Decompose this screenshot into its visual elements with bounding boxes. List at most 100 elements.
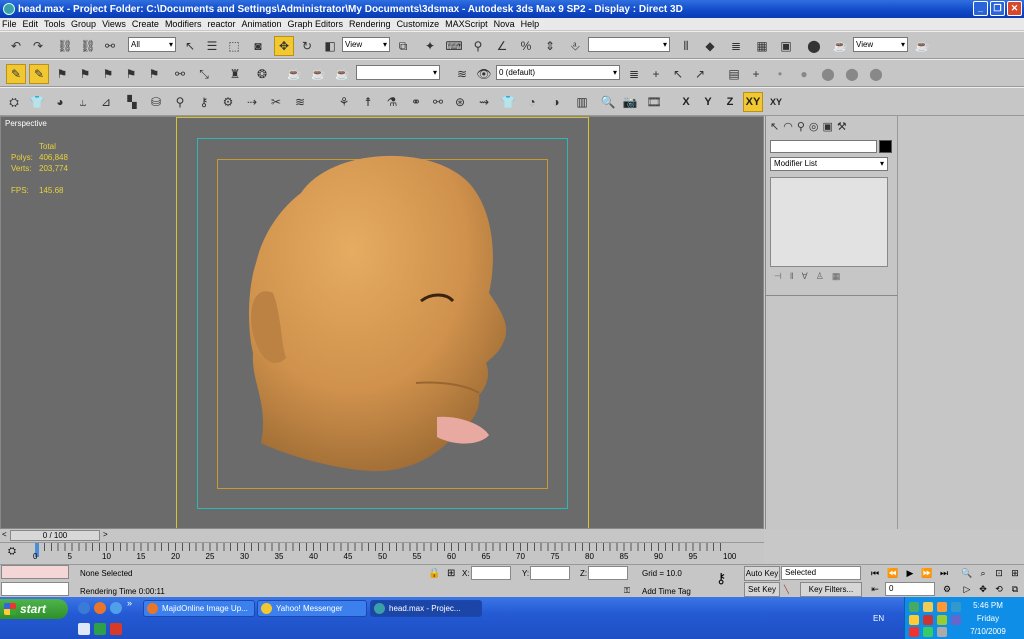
prismatic-icon[interactable]: ⚯ <box>428 92 448 112</box>
time-slider-prev-icon[interactable]: < <box>2 530 7 539</box>
bind-space-warp-icon[interactable]: ⚯ <box>100 36 120 56</box>
zoom-extents-icon[interactable]: ⊡ <box>992 568 1006 580</box>
spring-icon[interactable]: ⛁ <box>146 92 166 112</box>
close-button[interactable]: ✕ <box>1007 1 1022 16</box>
go-to-start-icon[interactable]: ⏮ <box>868 568 882 580</box>
zoom-extents-all-icon[interactable]: ⊞ <box>1008 568 1022 580</box>
keyboard-shortcut-icon[interactable]: ⌨ <box>444 36 464 56</box>
brush-size-1-icon[interactable]: • <box>770 64 790 84</box>
axis-z-button[interactable]: Z <box>720 92 740 112</box>
make-unique-icon[interactable]: ∀ <box>802 271 808 287</box>
brush-size-5-icon[interactable]: ⬤ <box>866 64 886 84</box>
quick-launch-messenger-icon[interactable] <box>110 602 122 614</box>
motor-icon[interactable]: ⚷ <box>194 92 214 112</box>
align-icon[interactable]: ◆ <box>700 36 720 56</box>
brush-add-icon[interactable]: + <box>746 64 766 84</box>
constraint-solver-icon[interactable]: ⚘ <box>334 92 354 112</box>
menu-group[interactable]: Group <box>71 19 96 29</box>
render-batch-icon[interactable]: ☕ <box>308 64 328 84</box>
flag-3-icon[interactable]: ⚑ <box>98 64 118 84</box>
angle-snap-icon[interactable]: ∠ <box>492 36 512 56</box>
menu-help[interactable]: Help <box>521 19 540 29</box>
rigid-body-icon[interactable]: ⛭ <box>4 92 24 112</box>
lock-selection-icon[interactable]: 🔒 <box>428 568 440 579</box>
key-filters-button[interactable]: Key Filters... <box>800 582 862 597</box>
brush-size-3-icon[interactable]: ⬤ <box>818 64 838 84</box>
spinner-snap-icon[interactable]: ⇕ <box>540 36 560 56</box>
wind-icon[interactable]: ⚙ <box>218 92 238 112</box>
bone-tools-icon[interactable]: ✎ <box>6 64 26 84</box>
layer-visibility-icon[interactable]: 👁 <box>474 64 494 84</box>
redo-icon[interactable]: ↷ <box>28 36 48 56</box>
display-tab-icon[interactable]: ▣ <box>823 120 833 133</box>
dashpot-icon[interactable]: ⚲ <box>170 92 190 112</box>
manipulate-icon[interactable]: ✦ <box>420 36 440 56</box>
arc-rotate-icon[interactable]: ⟲ <box>992 584 1006 596</box>
select-and-link-icon[interactable]: ⛓ <box>55 36 75 56</box>
absolute-mode-icon[interactable]: ⊞ <box>447 568 455 579</box>
pivot-center-icon[interactable]: ⧉ <box>393 36 413 56</box>
y-coord-field[interactable] <box>530 566 570 580</box>
brush-size-2-icon[interactable]: ● <box>794 64 814 84</box>
rope-icon[interactable]: ⥿ <box>73 92 93 112</box>
add-to-layer-icon[interactable]: + <box>646 64 666 84</box>
mirror-icon[interactable]: ⫴ <box>676 36 696 56</box>
add-time-tag-button[interactable]: Add Time Tag <box>642 587 691 596</box>
layers-icon[interactable]: ≋ <box>452 64 472 84</box>
task-majidonline[interactable]: MajidOnline Image Up... <box>143 600 255 617</box>
menu-customize[interactable]: Customize <box>397 19 440 29</box>
track-bar[interactable]: ⛭ 0 5 10 15 20 25 30 35 40 45 50 55 60 65 70 75 80 85 90 95… <box>0 542 764 564</box>
menu-views[interactable]: Views <box>102 19 126 29</box>
hinge-icon[interactable]: ⚗ <box>382 92 402 112</box>
cloth-icon[interactable]: 👕 <box>27 92 47 112</box>
menu-reactor[interactable]: reactor <box>207 19 235 29</box>
point-path-icon[interactable]: ⇝ <box>474 92 494 112</box>
show-end-result-icon[interactable]: ‖ <box>790 271 794 287</box>
maximize-viewport-icon[interactable]: ⧉ <box>1008 584 1022 596</box>
cloth-modifier-icon[interactable]: 👕 <box>498 92 518 112</box>
unlink-icon[interactable]: ⛓ <box>78 36 98 56</box>
pan-view-icon[interactable]: ✥ <box>976 584 990 596</box>
ik-toggle-icon[interactable]: ✎ <box>29 64 49 84</box>
flag-5-icon[interactable]: ⚑ <box>144 64 164 84</box>
z-coord-field[interactable] <box>588 566 628 580</box>
start-button[interactable]: start <box>0 599 68 619</box>
rag-doll-icon[interactable]: ☨ <box>358 92 378 112</box>
move-icon[interactable]: ✥ <box>274 36 294 56</box>
brush-size-4-icon[interactable]: ⬤ <box>842 64 862 84</box>
flag-4-icon[interactable]: ⚑ <box>121 64 141 84</box>
clock-time[interactable]: 5:46 PM <box>958 601 1018 610</box>
time-slider-next-icon[interactable]: > <box>103 530 108 539</box>
time-tag-icon[interactable]: ⚿ <box>624 586 630 596</box>
3dsmax-app-icon[interactable] <box>3 3 15 15</box>
maximize-button[interactable]: ❐ <box>990 1 1005 16</box>
quick-launch-app-icon[interactable] <box>94 623 106 635</box>
named-selection-dropdown[interactable] <box>588 37 670 52</box>
create-layer-icon[interactable]: ≣ <box>624 64 644 84</box>
window-crossing-icon[interactable]: ◙ <box>248 36 268 56</box>
schematic-view-icon[interactable]: ▣ <box>776 36 796 56</box>
go-to-end-icon[interactable]: ⏭ <box>937 568 951 580</box>
render-effects-icon[interactable]: ☕ <box>284 64 304 84</box>
undo-icon[interactable]: ↶ <box>6 36 26 56</box>
zoom-all-icon[interactable]: ⌕ <box>976 568 990 580</box>
zoom-icon[interactable]: 🔍 <box>960 568 974 580</box>
maxscript-mini-field[interactable] <box>1 582 69 596</box>
set-key-icon[interactable]: ⚷ <box>716 570 726 587</box>
soft-body-modifier-icon[interactable]: ◔ <box>522 92 542 112</box>
layer-manager-icon[interactable]: ≣ <box>726 36 746 56</box>
particle-view-icon[interactable]: ❂ <box>252 64 272 84</box>
task-head-max[interactable]: head.max - Projec... <box>370 600 482 617</box>
curve-editor-icon[interactable]: ▦ <box>752 36 772 56</box>
mini-curve-editor-icon[interactable]: ⛭ <box>8 546 16 557</box>
create-tab-icon[interactable]: ↖ <box>770 120 779 133</box>
selection-filter-dropdown[interactable]: All <box>128 37 176 52</box>
link-constraint-icon[interactable]: ⚯ <box>170 64 190 84</box>
key-mode-toggle-icon[interactable]: ⇤ <box>868 584 882 596</box>
flag-2-icon[interactable]: ⚑ <box>75 64 95 84</box>
play-icon[interactable]: ▶ <box>903 568 917 580</box>
pin-stack-icon[interactable]: ⊣ <box>774 271 782 287</box>
axis-x-button[interactable]: X <box>676 92 696 112</box>
axis-xy-cycle-button[interactable]: XY <box>766 92 786 112</box>
menu-edit[interactable]: Edit <box>23 19 39 29</box>
